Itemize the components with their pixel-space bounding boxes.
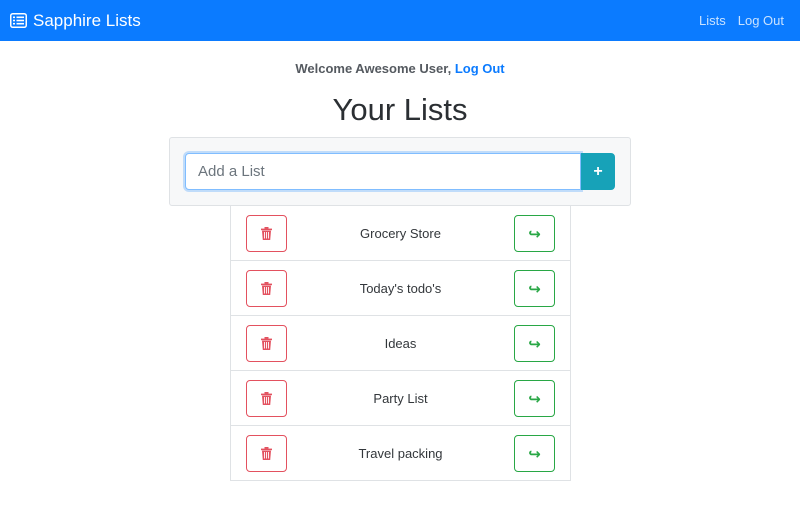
add-list-card: + — [169, 137, 631, 206]
delete-list-button[interactable] — [246, 215, 287, 252]
list-item: Ideas ↪ — [231, 315, 570, 370]
delete-list-button[interactable] — [246, 380, 287, 417]
arrow-right-hook-icon: ↪ — [528, 335, 541, 353]
arrow-right-hook-icon: ↪ — [528, 445, 541, 463]
welcome-logout-link[interactable]: Log Out — [455, 61, 505, 76]
list-name: Travel packing — [358, 445, 443, 461]
nav-logout-link[interactable]: Log Out — [738, 13, 784, 28]
arrow-right-hook-icon: ↪ — [528, 390, 541, 408]
add-list-input[interactable] — [185, 153, 581, 190]
welcome-text: Welcome Awesome User, — [295, 61, 452, 76]
delete-list-button[interactable] — [246, 435, 287, 472]
list-icon — [10, 13, 27, 28]
trash-icon — [261, 282, 272, 295]
nav-links: Lists Log Out — [687, 13, 784, 28]
brand-link[interactable]: Sapphire Lists — [10, 11, 141, 31]
open-list-button[interactable]: ↪ — [514, 325, 555, 362]
open-list-button[interactable]: ↪ — [514, 215, 555, 252]
delete-list-button[interactable] — [246, 270, 287, 307]
list-item: Travel packing ↪ — [231, 425, 570, 480]
arrow-right-hook-icon: ↪ — [528, 225, 541, 243]
add-list-button[interactable]: + — [581, 153, 615, 190]
list-name: Today's todo's — [359, 280, 442, 296]
delete-list-button[interactable] — [246, 325, 287, 362]
list-name: Party List — [373, 390, 428, 406]
trash-icon — [261, 227, 272, 240]
list-item: Grocery Store ↪ — [231, 206, 570, 260]
page-title: Your Lists — [332, 92, 468, 127]
list-name: Ideas — [384, 335, 417, 351]
list-item: Party List ↪ — [231, 370, 570, 425]
brand-name: Sapphire Lists — [33, 10, 141, 30]
trash-icon — [261, 447, 272, 460]
list-name: Grocery Store — [360, 225, 441, 241]
trash-icon — [261, 392, 272, 405]
open-list-button[interactable]: ↪ — [514, 435, 555, 472]
list-item: Today's todo's ↪ — [231, 260, 570, 315]
open-list-button[interactable]: ↪ — [514, 380, 555, 417]
welcome-message: Welcome Awesome User, Log Out — [0, 61, 800, 76]
arrow-right-hook-icon: ↪ — [528, 280, 541, 298]
lists-container: Grocery Store ↪ Today's todo's ↪ Ideas ↪ Party… — [230, 206, 571, 481]
open-list-button[interactable]: ↪ — [514, 270, 555, 307]
nav-lists-link[interactable]: Lists — [699, 13, 726, 28]
trash-icon — [261, 337, 272, 350]
navbar: Sapphire Lists Lists Log Out — [0, 0, 800, 41]
